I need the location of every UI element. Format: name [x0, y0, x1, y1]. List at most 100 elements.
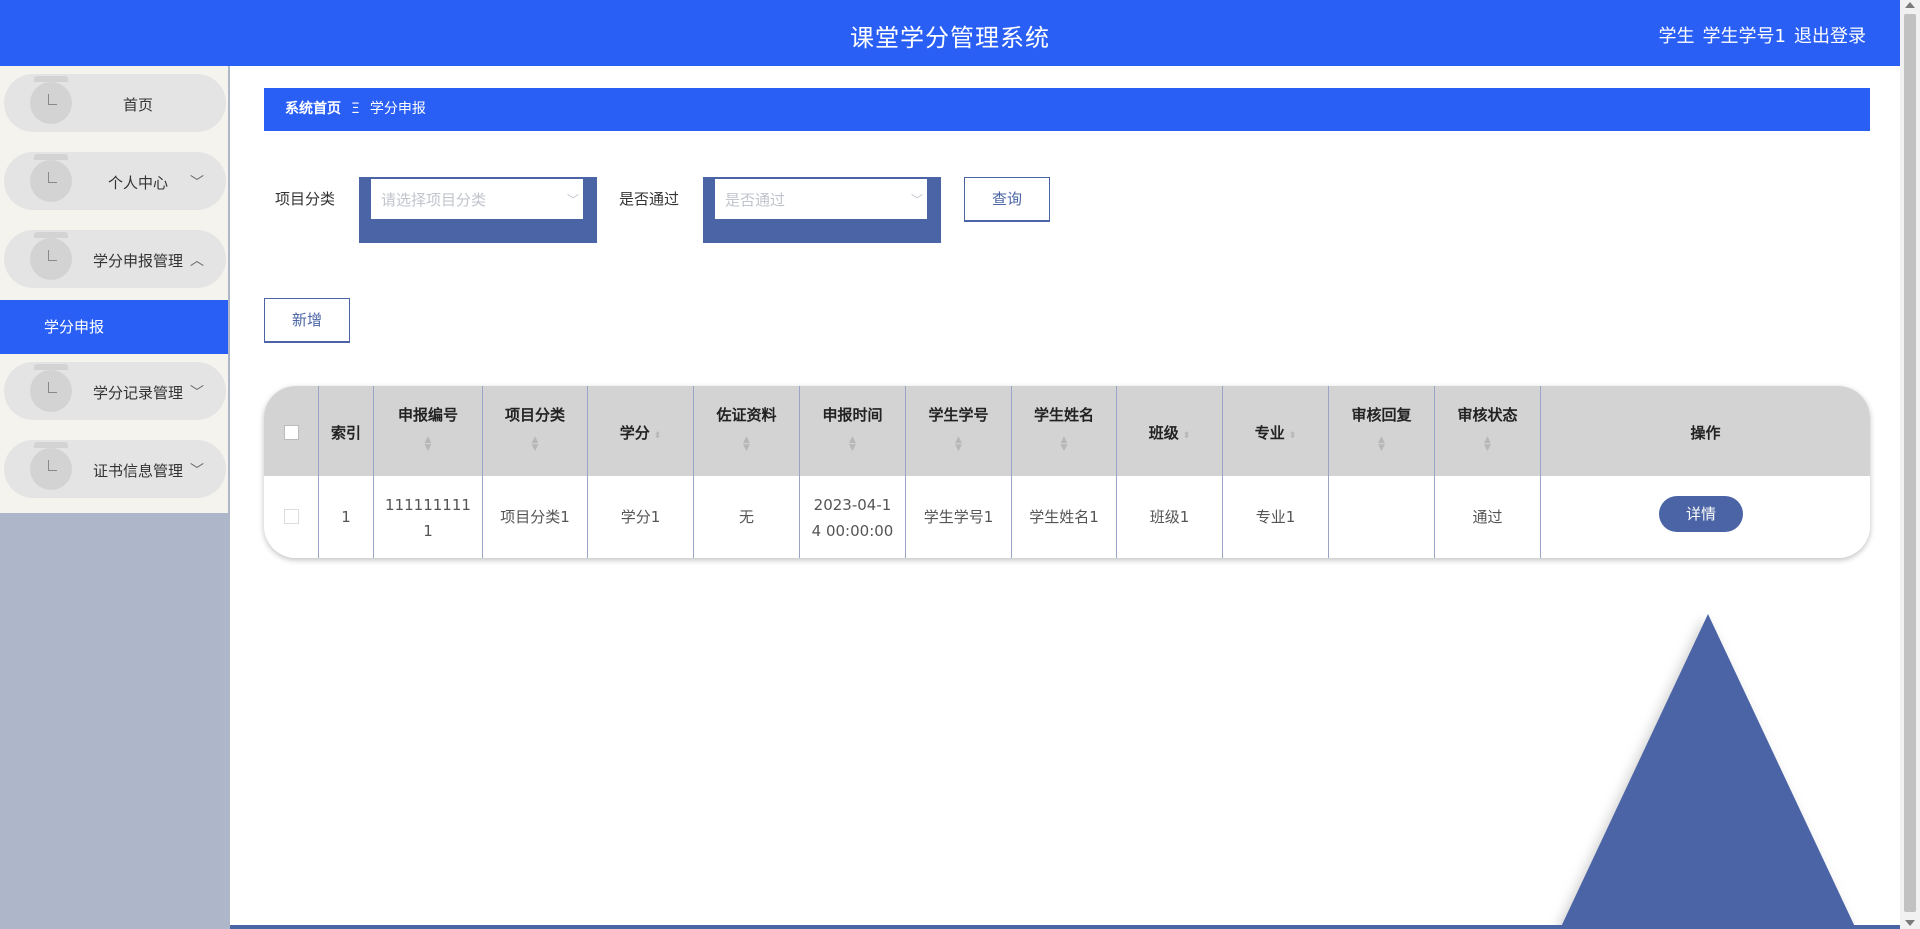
table-cell	[264, 476, 319, 558]
sidebar-item-home-button[interactable]: 首页	[4, 74, 226, 132]
search-button[interactable]: 查询	[964, 177, 1050, 222]
cell-class: 班级1	[1149, 508, 1190, 526]
cell-category: 项目分类1	[500, 508, 570, 526]
add-button[interactable]: 新增	[264, 298, 350, 343]
sort-caret-icon[interactable]: ▲ ▼	[906, 436, 1011, 453]
table-cell: 班级1	[1117, 476, 1223, 558]
cell-report-no-line1: 111111111	[385, 496, 471, 514]
sidebar-item-credit-report-mgmt-button[interactable]: 学分申报管理 ︿	[4, 230, 226, 288]
sort-caret-icon[interactable]: ▲ ▼	[1329, 436, 1434, 453]
cell-student-no: 学生学号1	[923, 508, 994, 526]
chevron-down-icon: ﹀	[190, 463, 204, 479]
credit-report-table: 索引 申报编号 ▲ ▼ 项目分类 ▲ ▼ 学分 ⬍ 佐证资料 ▲ ▼ 申报时间 ▲ ▼	[264, 386, 1870, 558]
header-select-all	[264, 386, 319, 476]
column-header-sortable[interactable]: 申报编号 ▲ ▼	[374, 386, 483, 476]
breadcrumb: 系统首页 Ξ 学分申报	[264, 88, 1870, 131]
chevron-down-icon: ﹀	[190, 385, 204, 401]
sidebar-item-label: 学分申报管理	[92, 252, 183, 270]
scroll-up-icon[interactable]	[1905, 2, 1915, 8]
sidebar-item-home: 首页	[0, 66, 228, 144]
sort-caret-icon[interactable]: ▲ ▼	[374, 436, 482, 453]
sort-caret-icon[interactable]: ⬍	[654, 431, 662, 441]
menu-knob-icon	[30, 442, 72, 490]
passed-select-wrapper: 是否通过 ﹀	[703, 177, 941, 243]
sort-caret-icon[interactable]: ▲ ▼	[694, 436, 799, 453]
cell-time-line1: 2023-04-1	[813, 496, 892, 514]
menu-knob-icon	[30, 76, 72, 124]
column-header-sortable[interactable]: 审核回复 ▲ ▼	[1329, 386, 1435, 476]
column-header-label: 项目分类	[504, 406, 565, 424]
column-header-label: 审核回复	[1351, 406, 1412, 424]
cell-status: 通过	[1472, 508, 1503, 526]
sidebar-item-profile-button[interactable]: 个人中心 ﹀	[4, 152, 226, 210]
sidebar-item-label: 证书信息管理	[92, 462, 183, 480]
logout-link[interactable]: 退出登录	[1794, 26, 1866, 47]
column-header: 操作	[1541, 386, 1870, 476]
app-title: 课堂学分管理系统	[850, 24, 1050, 52]
category-select-placeholder: 请选择项目分类	[381, 191, 487, 209]
sidebar-subitem-credit-report[interactable]: 学分申报	[0, 300, 228, 354]
table-cell: 1	[319, 476, 374, 558]
cell-credit: 学分1	[620, 508, 661, 526]
table-cell: 专业1	[1223, 476, 1329, 558]
column-header-label: 审核状态	[1457, 406, 1518, 424]
cell-report-no-line2: 1	[423, 522, 433, 540]
category-select-wrapper: 请选择项目分类 ﹀	[359, 177, 597, 243]
column-header-sortable[interactable]: 班级 ⬍	[1117, 386, 1223, 476]
sort-caret-icon[interactable]: ⬍	[1183, 431, 1191, 441]
column-header-sortable[interactable]: 佐证资料 ▲ ▼	[694, 386, 800, 476]
user-name: 学生学号1	[1702, 26, 1786, 47]
sort-caret-icon[interactable]: ▲ ▼	[1012, 436, 1116, 453]
column-header-label: 佐证资料	[716, 406, 777, 424]
scroll-thumb[interactable]	[1904, 14, 1916, 912]
column-header-sortable[interactable]: 学生姓名 ▲ ▼	[1012, 386, 1117, 476]
user-info: 学生 学生学号1 退出登录	[1651, 22, 1866, 48]
cell-time-line2: 4 00:00:00	[811, 522, 894, 540]
sidebar-item-certificate-mgmt-button[interactable]: 证书信息管理 ﹀	[4, 440, 226, 498]
sidebar-item-label: 首页	[122, 96, 153, 114]
table-cell: 111111111 1	[374, 476, 483, 558]
sidebar: 首页 个人中心 ﹀ 学分申报管理 ︿ 学分申报 学分记录管理 ﹀ 证书信息管理 …	[0, 66, 230, 929]
category-filter-label: 项目分类	[275, 190, 336, 208]
sidebar-item-credit-record-mgmt: 学分记录管理 ﹀	[0, 354, 228, 432]
column-header-text: 班级	[1148, 424, 1179, 442]
scroll-down-icon[interactable]	[1905, 920, 1915, 926]
column-header-label: 操作	[1690, 424, 1721, 442]
select-all-checkbox[interactable]	[284, 425, 299, 440]
cell-major: 专业1	[1255, 508, 1296, 526]
column-header-sortable[interactable]: 学分 ⬍	[588, 386, 694, 476]
column-header-sortable[interactable]: 审核状态 ▲ ▼	[1435, 386, 1541, 476]
column-header-sortable[interactable]: 申报时间 ▲ ▼	[800, 386, 906, 476]
column-header-label: 班级 ⬍	[1117, 422, 1222, 443]
sidebar-item-credit-record-mgmt-button[interactable]: 学分记录管理 ﹀	[4, 362, 226, 420]
page-scrollbar[interactable]	[1900, 0, 1920, 929]
sort-caret-icon[interactable]: ▲ ▼	[1435, 436, 1540, 453]
cell-student-name: 学生姓名1	[1029, 508, 1099, 526]
sort-caret-icon[interactable]: ⬍	[1289, 431, 1297, 441]
breadcrumb-home[interactable]: 系统首页	[285, 101, 341, 117]
column-header-sortable[interactable]: 学生学号 ▲ ▼	[906, 386, 1012, 476]
column-header-text: 学分	[619, 424, 650, 442]
chevron-down-icon: ﹀	[190, 175, 204, 191]
detail-button[interactable]: 详情	[1659, 496, 1743, 532]
sidebar-menu: 首页 个人中心 ﹀ 学分申报管理 ︿ 学分申报 学分记录管理 ﹀ 证书信息管理 …	[0, 66, 228, 513]
breadcrumb-current: 学分申报	[369, 101, 426, 117]
passed-select-placeholder: 是否通过	[725, 191, 786, 209]
column-header-label: 学分 ⬍	[588, 422, 693, 443]
column-header-text: 专业	[1254, 424, 1285, 442]
sort-caret-icon[interactable]: ▲ ▼	[483, 436, 587, 453]
row-checkbox[interactable]	[284, 509, 299, 524]
menu-knob-icon	[30, 364, 72, 412]
sort-caret-icon[interactable]: ▲ ▼	[800, 436, 905, 453]
table-cell: 学生姓名1	[1012, 476, 1117, 558]
passed-select[interactable]: 是否通过 ﹀	[715, 179, 927, 219]
sidebar-item-credit-report-mgmt: 学分申报管理 ︿	[0, 222, 228, 300]
category-select[interactable]: 请选择项目分类 ﹀	[371, 179, 583, 219]
column-header-label: 申报编号	[397, 406, 458, 424]
top-header: 课堂学分管理系统 学生 学生学号1 退出登录	[0, 0, 1900, 66]
column-header-label: 索引	[330, 424, 361, 442]
column-header-sortable[interactable]: 专业 ⬍	[1223, 386, 1329, 476]
table-header: 索引 申报编号 ▲ ▼ 项目分类 ▲ ▼ 学分 ⬍ 佐证资料 ▲ ▼ 申报时间 ▲ ▼	[264, 386, 1870, 476]
column-header-sortable[interactable]: 项目分类 ▲ ▼	[483, 386, 588, 476]
cell-evidence: 无	[738, 508, 754, 526]
